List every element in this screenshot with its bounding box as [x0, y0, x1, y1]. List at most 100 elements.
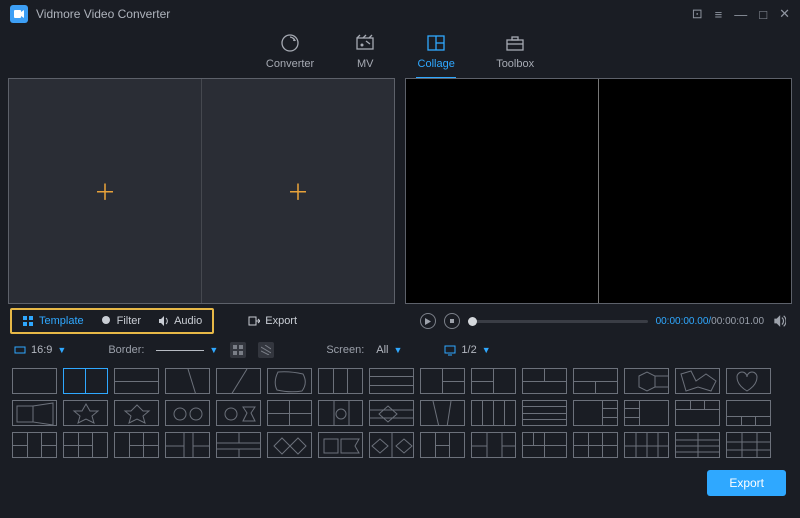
tab-mv[interactable]: MV	[354, 32, 376, 70]
preview-pane	[405, 78, 792, 304]
progress-head[interactable]	[468, 317, 477, 326]
collage-slot-1[interactable]: ＋	[9, 79, 202, 303]
template-item[interactable]	[573, 400, 618, 426]
maximize-icon[interactable]: □	[759, 7, 767, 22]
ratio-icon	[14, 344, 26, 356]
template-item[interactable]	[267, 432, 312, 458]
template-item[interactable]	[63, 432, 108, 458]
aspect-ratio-dropdown[interactable]: 16:9 ▼	[14, 344, 66, 356]
minimize-icon[interactable]: —	[734, 7, 747, 22]
template-item[interactable]	[522, 368, 567, 394]
template-item[interactable]	[522, 432, 567, 458]
border-label: Border:	[108, 344, 144, 356]
subtab-filter[interactable]: Filter	[92, 311, 149, 331]
subtab-audio-label: Audio	[174, 315, 202, 327]
tab-toolbox-label: Toolbox	[496, 58, 534, 70]
template-item-active[interactable]	[63, 368, 108, 394]
template-item[interactable]	[216, 368, 261, 394]
template-item[interactable]	[114, 368, 159, 394]
filter-icon	[100, 315, 112, 327]
audio-icon	[157, 315, 169, 327]
play-button[interactable]	[420, 313, 436, 329]
player-controls: 00:00:00.00/00:00:01.00	[311, 313, 790, 329]
template-item[interactable]	[165, 400, 210, 426]
template-item[interactable]	[318, 400, 363, 426]
template-item[interactable]	[573, 432, 618, 458]
menu-icon[interactable]: ≡	[715, 7, 723, 22]
tab-mv-label: MV	[357, 58, 374, 70]
screen-dropdown[interactable]: All ▼	[376, 344, 402, 356]
template-item[interactable]	[165, 432, 210, 458]
close-icon[interactable]: ✕	[779, 6, 790, 22]
chevron-down-icon: ▼	[394, 345, 403, 355]
template-item[interactable]	[267, 400, 312, 426]
template-grid	[0, 364, 800, 464]
template-item[interactable]	[624, 400, 669, 426]
template-item[interactable]	[726, 432, 771, 458]
template-item[interactable]	[624, 368, 669, 394]
tab-toolbox[interactable]: Toolbox	[496, 32, 534, 70]
template-row	[12, 368, 788, 394]
volume-icon[interactable]	[772, 314, 786, 328]
collage-slot-2[interactable]: ＋	[202, 79, 394, 303]
template-item[interactable]	[216, 400, 261, 426]
page-selector[interactable]: 1/2 ▼	[444, 344, 490, 356]
mv-icon	[354, 32, 376, 54]
time-total: 00:00:01.00	[711, 316, 764, 327]
template-item[interactable]	[420, 368, 465, 394]
border-color-button[interactable]	[230, 342, 246, 358]
template-item[interactable]	[114, 400, 159, 426]
template-item[interactable]	[63, 400, 108, 426]
export-button[interactable]: Export	[707, 470, 786, 496]
template-item[interactable]	[12, 368, 57, 394]
template-item[interactable]	[369, 400, 414, 426]
aspect-ratio-value: 16:9	[31, 344, 52, 356]
chevron-down-icon: ▼	[482, 345, 491, 355]
border-pattern-button[interactable]	[258, 342, 274, 358]
chevron-down-icon: ▼	[209, 345, 218, 355]
template-item[interactable]	[420, 432, 465, 458]
template-item[interactable]	[675, 368, 720, 394]
template-item[interactable]	[624, 432, 669, 458]
template-item[interactable]	[369, 432, 414, 458]
template-item[interactable]	[471, 432, 516, 458]
template-item[interactable]	[726, 400, 771, 426]
template-item[interactable]	[12, 432, 57, 458]
template-item[interactable]	[420, 400, 465, 426]
template-item[interactable]	[522, 400, 567, 426]
template-item[interactable]	[114, 432, 159, 458]
template-item[interactable]	[267, 368, 312, 394]
tab-converter[interactable]: Converter	[266, 32, 314, 70]
template-item[interactable]	[573, 368, 618, 394]
chevron-down-icon: ▼	[57, 345, 66, 355]
screen-label: Screen:	[326, 344, 364, 356]
collage-icon	[425, 32, 447, 54]
converter-icon	[279, 32, 301, 54]
template-item[interactable]	[318, 432, 363, 458]
preview-slot-2	[599, 79, 791, 303]
border-style-dropdown[interactable]: ▼	[156, 345, 218, 355]
template-item[interactable]	[369, 368, 414, 394]
tab-collage-label: Collage	[418, 58, 455, 70]
template-item[interactable]	[471, 400, 516, 426]
template-item[interactable]	[216, 432, 261, 458]
feedback-icon[interactable]: ⊡	[692, 6, 703, 22]
template-item[interactable]	[318, 368, 363, 394]
template-item[interactable]	[165, 368, 210, 394]
time-display: 00:00:00.00/00:00:01.00	[656, 316, 764, 327]
stop-button[interactable]	[444, 313, 460, 329]
template-item[interactable]	[12, 400, 57, 426]
template-item[interactable]	[675, 400, 720, 426]
subtab-audio[interactable]: Audio	[149, 311, 210, 331]
subtab-filter-label: Filter	[117, 315, 141, 327]
progress-bar[interactable]	[468, 320, 648, 323]
titlebar: Vidmore Video Converter ⊡ ≡ — □ ✕	[0, 0, 800, 28]
tab-collage[interactable]: Collage	[416, 32, 456, 78]
template-row	[12, 432, 788, 458]
subtab-export[interactable]: Export	[240, 311, 305, 331]
template-item[interactable]	[726, 368, 771, 394]
subtab-template[interactable]: Template	[14, 311, 92, 331]
template-item[interactable]	[675, 432, 720, 458]
template-item[interactable]	[471, 368, 516, 394]
add-icon: ＋	[287, 175, 309, 207]
